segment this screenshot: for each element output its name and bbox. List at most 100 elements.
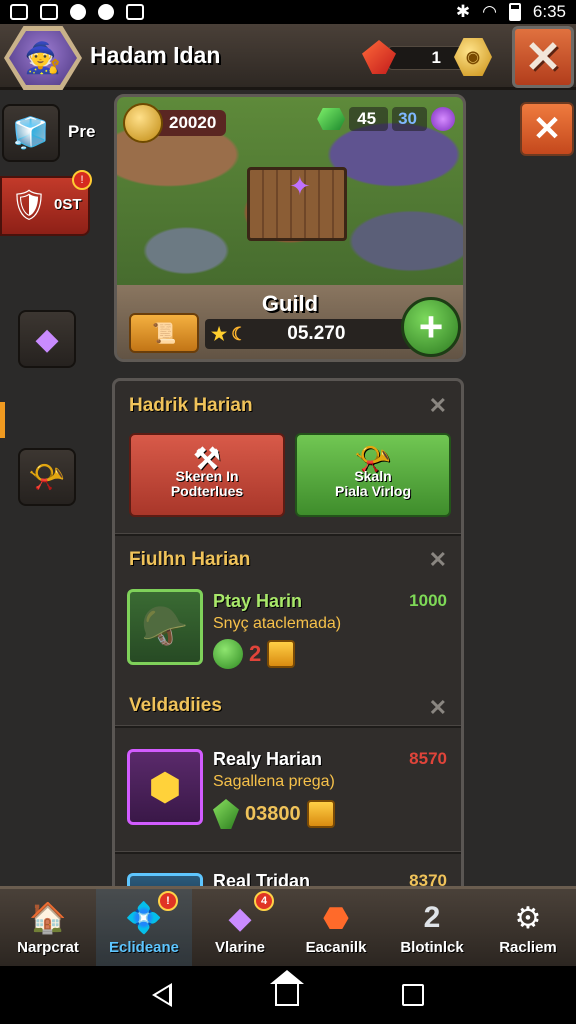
- star-icon: ★: [211, 323, 228, 344]
- divider: [115, 533, 461, 536]
- crescent-icon: ☾: [231, 323, 248, 344]
- quest1-thumbnail[interactable]: 🪖: [127, 589, 203, 665]
- sidebar-chest-button[interactable]: 🧊: [2, 104, 60, 162]
- sidebar-crystal-button[interactable]: ◆: [18, 310, 76, 368]
- nav-item-1[interactable]: 🏠 Narpcrat: [0, 889, 96, 966]
- guild-card[interactable]: ✦ 20020 45 30 Guild 📜 ★ ☾ 05.270 +: [114, 94, 466, 362]
- quest2-reward-row: 03800: [213, 799, 335, 829]
- recents-icon[interactable]: [402, 984, 425, 1006]
- number-two-icon: 2: [423, 901, 441, 934]
- nav-item-label: Vlarine: [214, 939, 266, 956]
- settings-gear-icon: ⚙: [514, 901, 542, 935]
- wizard-portrait-icon: 🧙: [9, 31, 77, 85]
- status-bar: ✱ ◠ 6:35: [0, 0, 576, 24]
- guild-score-bar: ★ ☾ 05.270: [205, 319, 417, 349]
- daily-card-red[interactable]: ⚒ Skeren In Podterlues: [129, 433, 285, 517]
- sidebar-item1-label: Pre: [68, 122, 96, 141]
- app-icon: [98, 4, 114, 20]
- gift-box-icon: [267, 640, 296, 668]
- horn-icon: 📯: [28, 460, 66, 494]
- back-icon[interactable]: [151, 983, 172, 1007]
- close-button[interactable]: ✕: [512, 26, 574, 88]
- emerald-amount: 45: [349, 107, 389, 131]
- nav-item-label: Racliem: [499, 939, 557, 956]
- android-navigation-bar: [0, 966, 576, 1024]
- gallery-icon: [10, 4, 28, 20]
- sidebar-offer-button[interactable]: 🛡 0ST !: [0, 170, 92, 236]
- gold-coin-icon: ◉: [454, 38, 492, 76]
- shield-icon: ⬣: [322, 901, 350, 935]
- cannon-icon: 🛡: [10, 189, 49, 222]
- coin-resource: 20020: [123, 103, 227, 143]
- amethyst-crystal-icon: ✦: [289, 171, 311, 201]
- quest-panel: Hadrik Harian ✕ ⚒ Skeren In Podterlues 📯…: [112, 378, 464, 898]
- gem-resources: 45 30: [317, 105, 455, 133]
- nav-item-label: Narpcrat: [17, 939, 79, 956]
- nav-item-6[interactable]: ⚙ Racliem: [480, 889, 576, 966]
- wifi-icon: ◠: [482, 2, 497, 21]
- quest1-name: Ptay Harin: [213, 591, 303, 611]
- bluetooth-icon: ✱: [455, 2, 471, 21]
- helmet-icon: 🪖: [141, 606, 189, 648]
- gift-box-icon: [306, 800, 335, 828]
- horn-icon: 📯: [354, 442, 392, 476]
- quest1-section-title: Fiulhn Harian: [129, 549, 251, 570]
- download-icon: [126, 4, 144, 20]
- player-avatar[interactable]: 🧙: [4, 26, 82, 90]
- nav-item-3[interactable]: ◆ 4 Vlarine: [192, 889, 288, 966]
- check-coin-icon: [213, 639, 243, 669]
- daily-card-green[interactable]: 📯 Skaln Piala Virlog: [295, 433, 451, 517]
- nav-item-label: Eclideane: [108, 939, 180, 956]
- guild-scene-image: ✦ 20020 45 30: [117, 97, 463, 289]
- nav-item-2[interactable]: 💠 ! Eclideane: [96, 889, 192, 966]
- close-panel-button[interactable]: ✕: [520, 102, 574, 156]
- notification-badge: !: [158, 891, 178, 911]
- quest2-reward: 8570: [409, 749, 447, 768]
- sidebar-item2-label: 0ST: [54, 196, 82, 213]
- close-section-icon[interactable]: ✕: [429, 393, 447, 419]
- sapphire-amount: 30: [392, 107, 427, 131]
- clock: 6:35: [532, 2, 566, 21]
- notification-badge: 4: [254, 891, 274, 911]
- nav-item-label: Eacanilk: [305, 939, 367, 956]
- house-icon: 🏠: [29, 901, 67, 935]
- nav-item-5[interactable]: 2 Blotinlck: [384, 889, 480, 966]
- divider: [115, 725, 461, 728]
- purple-crystal-icon: ◆: [35, 322, 59, 356]
- daily-section-title: Hadrik Harian: [129, 395, 253, 416]
- close-section-icon[interactable]: ✕: [429, 547, 447, 573]
- quest2-thumbnail[interactable]: ⬢: [127, 749, 203, 825]
- bottom-navigation: 🏠 Narpcrat 💠 ! Eclideane ◆ 4 Vlarine ⬣ E…: [0, 886, 576, 966]
- quest2-subtitle: Sagallena prega): [213, 773, 335, 790]
- quest2-reward-value: 03800: [245, 802, 301, 825]
- quest1-reward-count: 2: [249, 641, 262, 666]
- sim-icon: [40, 4, 58, 20]
- daily-card2-line1: Skaln: [354, 467, 392, 484]
- guild-action-button[interactable]: 📜: [129, 313, 199, 353]
- crystal-chest-icon: 🧊: [12, 116, 50, 150]
- daily-card1-line2: Podterlues: [170, 482, 244, 499]
- amethyst-icon: [431, 107, 455, 131]
- notification-icon: [70, 4, 86, 20]
- add-guild-button[interactable]: +: [401, 297, 461, 357]
- divider: [115, 851, 461, 854]
- nav-item-4[interactable]: ⬣ Eacanilk: [288, 889, 384, 966]
- battery-icon: [508, 3, 521, 21]
- close-section-icon[interactable]: ✕: [429, 695, 447, 721]
- quest2-section-title: Veldadiies: [129, 695, 222, 716]
- notification-badge: !: [72, 170, 92, 190]
- top-header: 🧙 Hadam Idan 1 ◉ ✕: [0, 24, 576, 90]
- side-tab-indicator: [0, 402, 5, 438]
- guild-score: 05.270: [287, 323, 346, 344]
- daily-card1-line1: Skeren In: [175, 467, 239, 484]
- quest1-subtitle: Snyç ataclemada): [213, 615, 342, 632]
- gold-coin-icon: [123, 103, 163, 143]
- quest1-reward: 1000: [409, 591, 447, 610]
- sidebar-horn-button[interactable]: 📯: [18, 448, 76, 506]
- nav-item-label: Blotinlck: [400, 939, 464, 956]
- quest1-reward-row: 2: [213, 639, 296, 669]
- emerald-icon: [317, 108, 346, 130]
- gem-counter[interactable]: 1 ◉: [362, 38, 492, 76]
- home-icon[interactable]: [269, 970, 304, 1006]
- gold-gem-icon: ⬢: [148, 766, 182, 809]
